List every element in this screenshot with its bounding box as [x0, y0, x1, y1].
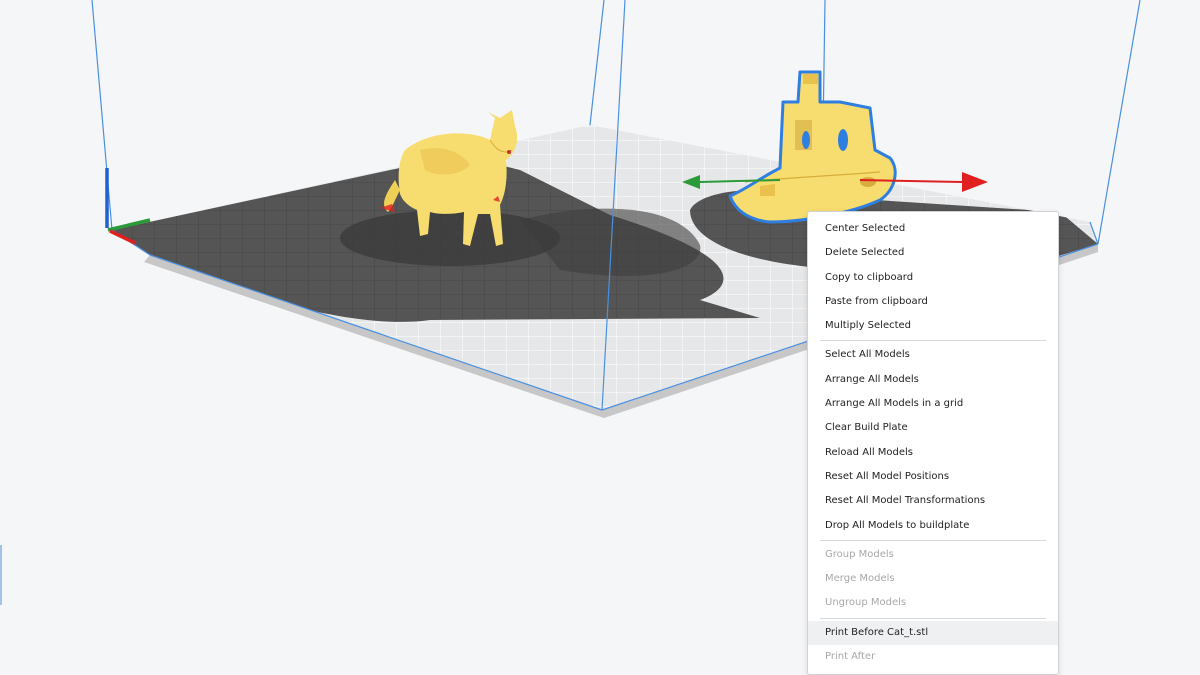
- menu-separator: [820, 617, 1046, 619]
- menu-item-merge-models: Merge Models: [825, 573, 895, 585]
- context-menu: Center Selected Delete Selected Copy to cl…: [807, 211, 1059, 675]
- menu-item-arrange-all-models[interactable]: Arrange All Models: [808, 368, 1058, 392]
- menu-item-reload-all-models[interactable]: Reload All Models: [808, 441, 1058, 465]
- menu-separator: [820, 340, 1046, 342]
- menu-item-drop-all-models-to-buildplate[interactable]: Drop All Models to buildplate: [808, 514, 1058, 538]
- menu-item-reset-all-model-transformations[interactable]: Reset All Model Transformations: [808, 489, 1058, 513]
- menu-separator: [820, 539, 1046, 541]
- menu-item-reset-all-model-positions[interactable]: Reset All Model Positions: [808, 465, 1058, 489]
- menu-item-paste-from-clipboard[interactable]: Paste from clipboard: [808, 290, 1058, 314]
- menu-item-print-after: Print After: [825, 651, 876, 663]
- menu-item-multiply-selected[interactable]: Multiply Selected: [808, 314, 1058, 338]
- menu-item-center-selected[interactable]: Center Selected: [808, 217, 1058, 241]
- menu-item-ungroup-models: Ungroup Models: [825, 597, 907, 609]
- menu-item-print-before-cat-t-stl[interactable]: Print Before Cat_t.stl: [808, 620, 1058, 646]
- menu-item-select-all-models[interactable]: Select All Models: [808, 343, 1058, 367]
- menu-item-delete-selected[interactable]: Delete Selected: [808, 241, 1058, 265]
- menu-item-group-models: Group Models: [825, 548, 894, 560]
- menu-item-copy-to-clipboard[interactable]: Copy to clipboard: [808, 266, 1058, 290]
- menu-item-arrange-all-models-in-a-grid[interactable]: Arrange All Models in a grid: [808, 392, 1058, 416]
- menu-item-clear-build-plate[interactable]: Clear Build Plate: [808, 416, 1058, 440]
